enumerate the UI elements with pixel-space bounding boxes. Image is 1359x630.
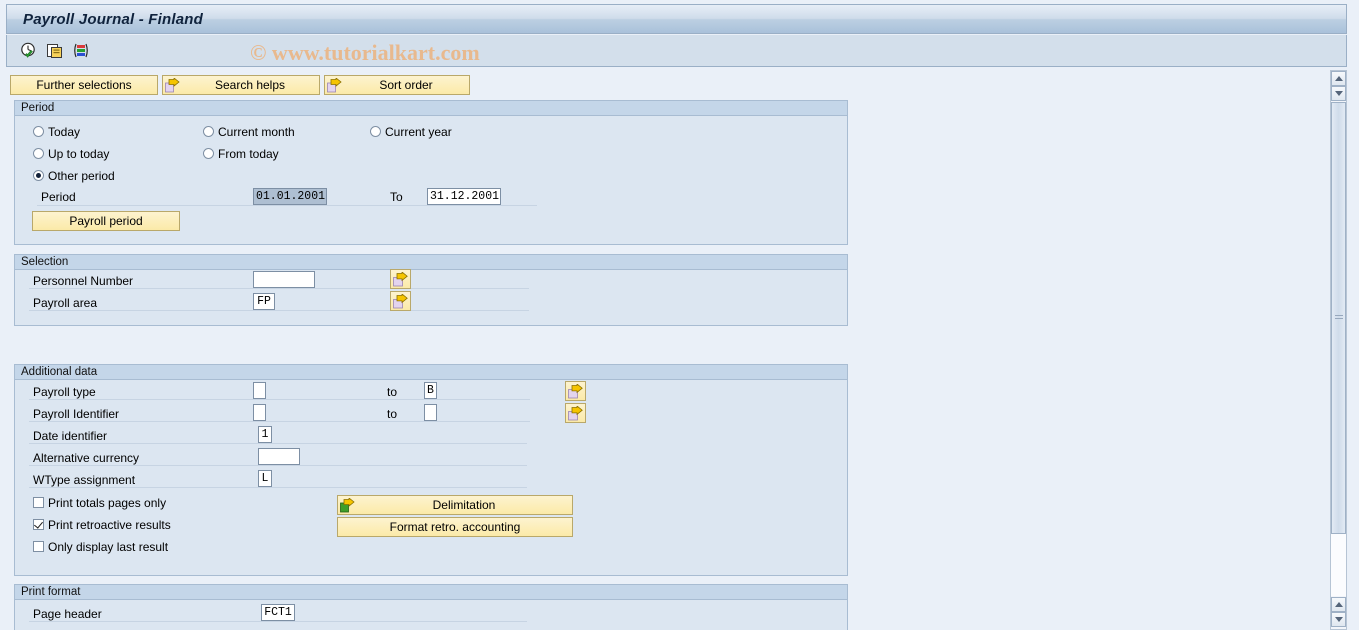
- radio-today[interactable]: [33, 126, 44, 137]
- payroll-area-label: Payroll area: [33, 296, 98, 310]
- alternative-currency-label: Alternative currency: [33, 451, 140, 465]
- selection-row-rule: [29, 288, 529, 289]
- arrow-right-icon: [393, 272, 408, 287]
- payroll-identifier-label: Payroll Identifier: [33, 407, 120, 421]
- payroll-type-to-input[interactable]: B: [424, 382, 437, 399]
- format-retro-accounting-button[interactable]: Format retro. accounting: [337, 517, 573, 537]
- scroll-up-button-top[interactable]: [1331, 71, 1346, 86]
- wtype-assignment-label: WType assignment: [33, 473, 136, 487]
- copy-variant-icon[interactable]: [45, 41, 65, 61]
- radio-other-period[interactable]: [33, 170, 44, 181]
- page-header-label: Page header: [33, 607, 102, 621]
- payroll-type-to-label: to: [387, 385, 398, 399]
- scrollbar-track[interactable]: [1331, 534, 1346, 596]
- print-format-group: Print format Page header FCT1: [14, 584, 848, 630]
- row-rule: [29, 465, 527, 466]
- window-title-bar: Payroll Journal - Finland: [6, 4, 1347, 34]
- color-legend-icon[interactable]: [71, 41, 91, 61]
- payroll-identifier-multi-select-button[interactable]: [565, 403, 586, 423]
- radio-from-today-label: From today: [218, 147, 279, 161]
- triangle-up-icon: [1335, 76, 1343, 81]
- triangle-down-icon: [1335, 91, 1343, 96]
- vertical-scrollbar[interactable]: [1330, 70, 1347, 630]
- arrow-right-icon: [568, 384, 583, 399]
- radio-today-label: Today: [48, 125, 81, 139]
- checkbox-print-retroactive-results-label: Print retroactive results: [48, 518, 171, 532]
- payroll-identifier-input[interactable]: [253, 404, 266, 421]
- checkbox-print-totals-pages-only[interactable]: [33, 497, 44, 508]
- radio-current-year[interactable]: [370, 126, 381, 137]
- alternative-currency-input[interactable]: [258, 448, 300, 465]
- additional-data-group: Additional data Payroll type to B Payrol…: [14, 364, 848, 576]
- delimitation-arrow-icon: [340, 497, 355, 513]
- sap-selection-screen: Payroll Journal - Finland © www.tutorial…: [0, 0, 1359, 630]
- payroll-type-input[interactable]: [253, 382, 266, 399]
- row-rule: [29, 443, 527, 444]
- print-format-group-header: Print format: [15, 585, 847, 600]
- arrow-right-icon: [568, 406, 583, 421]
- page-title: Payroll Journal - Finland: [23, 11, 204, 28]
- radio-up-to-today[interactable]: [33, 148, 44, 159]
- checkbox-print-totals-pages-only-label: Print totals pages only: [48, 496, 167, 510]
- checkbox-print-retroactive-results[interactable]: [33, 519, 44, 530]
- period-field-label: Period: [41, 190, 76, 204]
- further-selections-button[interactable]: Further selections: [10, 75, 158, 95]
- radio-from-today[interactable]: [203, 148, 214, 159]
- checkbox-only-display-last-result-label: Only display last result: [48, 540, 169, 554]
- checkbox-only-display-last-result[interactable]: [33, 541, 44, 552]
- arrow-right-icon: [165, 77, 180, 93]
- period-from-input[interactable]: 01.01.2001: [253, 188, 327, 205]
- radio-current-month[interactable]: [203, 126, 214, 137]
- scrollbar-grip-icon: [1335, 315, 1343, 321]
- payroll-type-multi-select-button[interactable]: [565, 381, 586, 401]
- arrow-right-icon: [327, 77, 342, 93]
- wtype-assignment-input[interactable]: L: [258, 470, 272, 487]
- radio-up-to-today-label: Up to today: [48, 147, 110, 161]
- payroll-identifier-to-label: to: [387, 407, 398, 421]
- payroll-area-input[interactable]: FP: [253, 293, 275, 310]
- period-row-rule: [37, 205, 537, 206]
- selection-group: Selection Personnel Number Payroll area …: [14, 254, 848, 326]
- selection-row-rule: [29, 310, 529, 311]
- personnel-number-input[interactable]: [253, 271, 315, 288]
- page-header-input[interactable]: FCT1: [261, 604, 295, 621]
- triangle-up-icon: [1335, 602, 1343, 607]
- period-to-input[interactable]: 31.12.2001: [427, 188, 501, 205]
- payroll-type-label: Payroll type: [33, 385, 96, 399]
- selection-group-header: Selection: [15, 255, 847, 270]
- radio-current-month-label: Current month: [218, 125, 295, 139]
- scroll-down-button-bottom[interactable]: [1331, 612, 1346, 627]
- personnel-number-multi-select-button[interactable]: [390, 269, 411, 289]
- period-to-label: To: [390, 190, 403, 204]
- date-identifier-label: Date identifier: [33, 429, 108, 443]
- radio-other-period-label: Other period: [48, 169, 115, 183]
- additional-data-group-header: Additional data: [15, 365, 847, 380]
- arrow-right-icon: [393, 294, 408, 309]
- date-identifier-input[interactable]: 1: [258, 426, 272, 443]
- delimitation-button[interactable]: Delimitation: [337, 495, 573, 515]
- execute-clock-icon[interactable]: [19, 41, 39, 61]
- to-row-rule: [380, 421, 530, 422]
- selection-screen-body: Further selections Search helps Sort ord…: [6, 70, 1324, 630]
- sort-order-button[interactable]: Sort order: [324, 75, 470, 95]
- row-rule: [29, 487, 527, 488]
- triangle-down-icon: [1335, 617, 1343, 622]
- radio-current-year-label: Current year: [385, 125, 452, 139]
- payroll-period-button[interactable]: Payroll period: [32, 211, 180, 231]
- scrollbar-thumb[interactable]: [1331, 102, 1346, 534]
- scroll-up-button-bottom[interactable]: [1331, 597, 1346, 612]
- period-group-header: Period: [15, 101, 847, 116]
- payroll-identifier-to-input[interactable]: [424, 404, 437, 421]
- application-toolbar: [6, 35, 1347, 67]
- to-row-rule: [380, 399, 530, 400]
- personnel-number-label: Personnel Number: [33, 274, 134, 288]
- search-helps-button[interactable]: Search helps: [162, 75, 320, 95]
- scroll-down-button-top[interactable]: [1331, 86, 1346, 101]
- print-format-row-rule: [29, 621, 527, 622]
- payroll-area-multi-select-button[interactable]: [390, 291, 411, 311]
- period-group: Period Today Current month Current year …: [14, 100, 848, 245]
